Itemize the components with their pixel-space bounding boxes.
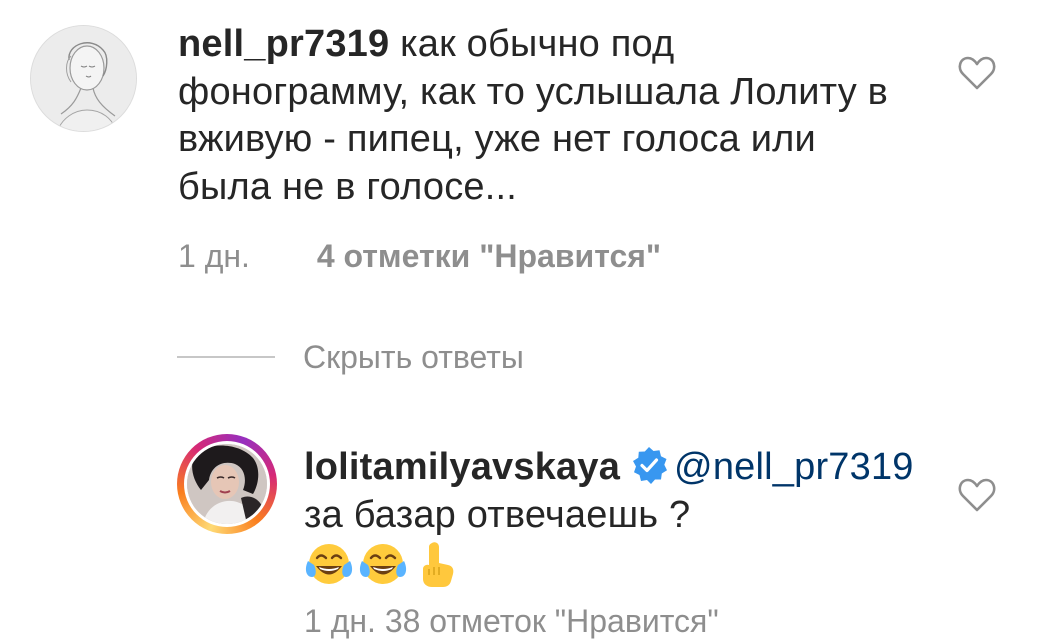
avatar-nell_pr7319[interactable] [30,25,137,132]
hide-replies-button[interactable]: Скрыть ответы [303,339,524,376]
heart-like-icon[interactable] [958,56,996,90]
heart-like-icon[interactable] [958,478,996,512]
face-with-tears-of-joy-icon [359,544,407,584]
reply-username[interactable]: lolitamilyavskaya [304,446,620,488]
portrait-photo-icon [187,444,267,524]
comment-likes-count[interactable]: 4 отметки "Нравится" [317,238,661,275]
avatar-lolitamilyavskaya[interactable] [177,434,277,534]
avatar-photo [187,444,267,524]
avatar-story-ring [184,441,270,527]
reply-meta-partial: 1 дн. 38 отметок "Нравится" [304,603,719,639]
comment-username[interactable]: nell_pr7319 [178,23,389,65]
reply-text: за базар отвечаешь ? [304,493,691,536]
face-with-tears-of-joy-icon [305,544,353,584]
comment-meta: 1 дн. 4 отметки "Нравится" [178,238,661,275]
reply-body: lolitamilyavskaya @nell_pr7319 за базар … [304,444,924,594]
comment-timestamp[interactable]: 1 дн. [178,238,250,275]
pointing-up-icon [423,542,454,587]
mention-link[interactable]: @nell_pr7319 [674,446,914,488]
comment-body: nell_pr7319 как обычно под фонограмму, к… [178,21,898,211]
emoji-row [304,539,462,589]
sketch-portrait-icon [31,26,136,131]
verified-badge-icon [633,447,668,484]
replies-divider-line [177,356,275,358]
